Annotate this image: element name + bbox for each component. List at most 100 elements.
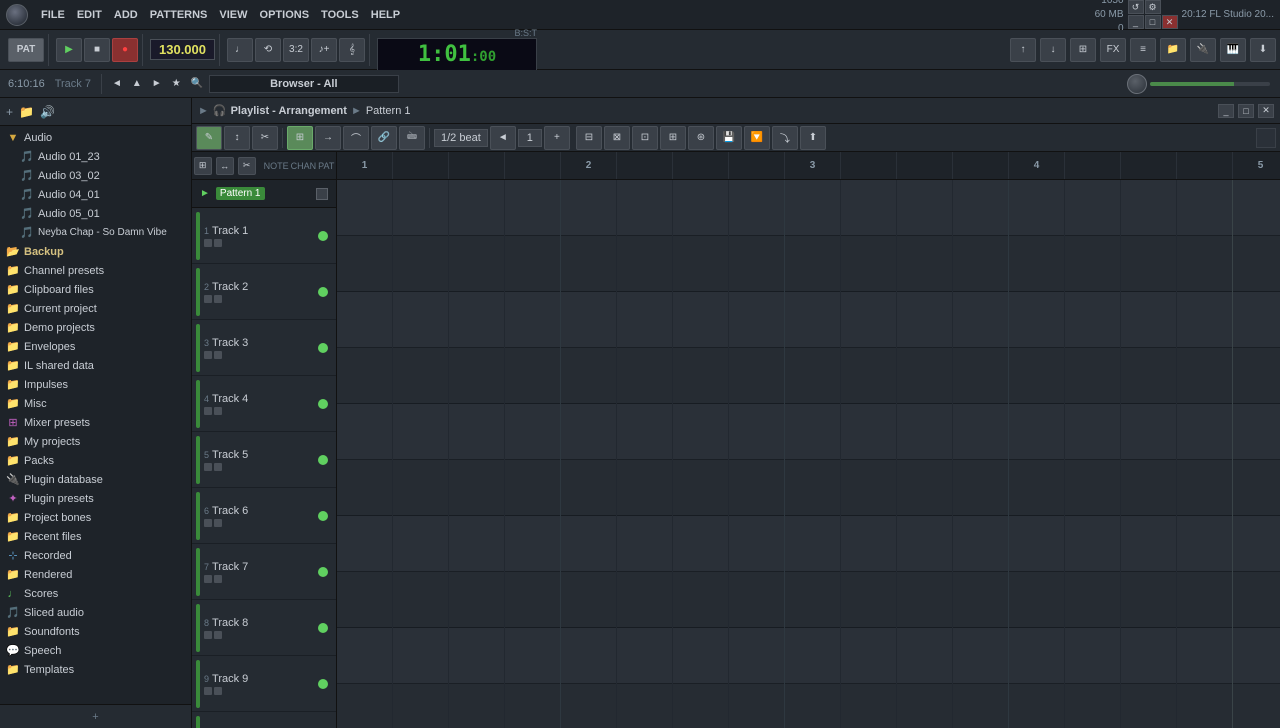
grid-cell[interactable]: [449, 180, 505, 236]
grid-cell[interactable]: [897, 572, 953, 628]
grid-cell[interactable]: [449, 292, 505, 348]
pattern-up-button[interactable]: ↑: [1010, 38, 1036, 62]
sidebar-item-misc[interactable]: 📁 Misc: [0, 394, 191, 413]
grid-cell[interactable]: [393, 628, 449, 684]
track-dot[interactable]: [318, 623, 328, 633]
grid-cell[interactable]: [841, 516, 897, 572]
track-list-btn2[interactable]: ↔: [216, 157, 234, 175]
playlist-minimize-button[interactable]: _: [1218, 104, 1234, 118]
grid-cell[interactable]: [841, 628, 897, 684]
grid-cell[interactable]: [785, 516, 841, 572]
grid-cell[interactable]: [729, 684, 785, 728]
grid-row-7[interactable]: [337, 516, 1280, 572]
grid-cell[interactable]: [1009, 628, 1065, 684]
grid-cell[interactable]: [1121, 292, 1177, 348]
grid-cell[interactable]: [449, 572, 505, 628]
plugins-button[interactable]: 🔌: [1190, 38, 1216, 62]
track-solo-button[interactable]: [214, 519, 222, 527]
grid-cell[interactable]: [953, 348, 1009, 404]
sidebar-item-templates[interactable]: 📁 Templates: [0, 660, 191, 679]
track-dot[interactable]: [318, 287, 328, 297]
grid-cell[interactable]: [673, 292, 729, 348]
sidebar-item-neyba[interactable]: 🎵 Neyba Chap - So Damn Vibe: [0, 223, 191, 242]
grid-cell[interactable]: [1233, 460, 1280, 516]
grid-cell[interactable]: [505, 628, 561, 684]
grid-cell[interactable]: [785, 236, 841, 292]
grid-cell[interactable]: [729, 292, 785, 348]
grid-row-1[interactable]: [337, 180, 1280, 236]
grid-row-6[interactable]: [337, 460, 1280, 516]
grid-cell[interactable]: [449, 628, 505, 684]
track-list-btn3[interactable]: ✂: [238, 157, 256, 175]
grid-cell[interactable]: [617, 460, 673, 516]
grid-cell[interactable]: [1177, 236, 1233, 292]
grid-cell[interactable]: [897, 348, 953, 404]
track-mute-button[interactable]: [204, 351, 212, 359]
track-mute-button[interactable]: [204, 519, 212, 527]
grid-cell[interactable]: [617, 180, 673, 236]
sidebar-item-scores[interactable]: ♩ Scores: [0, 584, 191, 603]
grid-cell[interactable]: [785, 348, 841, 404]
grid-cell[interactable]: [449, 516, 505, 572]
grid-cell[interactable]: [393, 516, 449, 572]
grid-cell[interactable]: [393, 684, 449, 728]
snap-button[interactable]: ⊞: [287, 126, 313, 150]
grid-cell[interactable]: [617, 684, 673, 728]
track-solo-button[interactable]: [214, 575, 222, 583]
curve-button[interactable]: ⌒: [343, 126, 369, 150]
pattern-grid[interactable]: 12345678910111213141516: [337, 152, 1280, 728]
grid-cell[interactable]: [1233, 348, 1280, 404]
track-row-3[interactable]: 3 Track 3: [192, 320, 336, 376]
grid-cell[interactable]: [1009, 180, 1065, 236]
volume-slider[interactable]: [1150, 82, 1270, 86]
grid-cell[interactable]: [393, 572, 449, 628]
grid-row-4[interactable]: [337, 348, 1280, 404]
pattern-export-button[interactable]: ⬆: [800, 126, 826, 150]
pattern-fx-button[interactable]: ⊞: [660, 126, 686, 150]
grid-cell[interactable]: [1177, 684, 1233, 728]
grid-cell[interactable]: [1065, 404, 1121, 460]
grid-cell[interactable]: [1009, 516, 1065, 572]
sidebar-item-clipboard-files[interactable]: 📁 Clipboard files: [0, 280, 191, 299]
minimize-button[interactable]: _: [1128, 15, 1144, 29]
grid-cell[interactable]: [1065, 348, 1121, 404]
grid-cell[interactable]: [841, 292, 897, 348]
track-solo-button[interactable]: [214, 295, 222, 303]
grid-cell[interactable]: [1065, 236, 1121, 292]
arrow-right-button[interactable]: →: [315, 126, 341, 150]
grid-row-10[interactable]: [337, 684, 1280, 728]
browser-back-button[interactable]: ◄: [108, 73, 126, 95]
grid-cell[interactable]: [1121, 404, 1177, 460]
grid-cell[interactable]: [449, 404, 505, 460]
grid-row-3[interactable]: [337, 292, 1280, 348]
grid-cell[interactable]: [393, 236, 449, 292]
grid-cell[interactable]: [561, 236, 617, 292]
browser-star-button[interactable]: ★: [168, 73, 185, 95]
sidebar-item-recorded[interactable]: ⊹ Recorded: [0, 546, 191, 565]
grid-cell[interactable]: [785, 180, 841, 236]
pattern1-row[interactable]: ► Pattern 1: [192, 180, 336, 208]
grid-cell[interactable]: [1177, 292, 1233, 348]
grid-cell[interactable]: [953, 628, 1009, 684]
menu-help[interactable]: HELP: [366, 7, 405, 23]
playlist-close-button[interactable]: ✕: [1258, 104, 1274, 118]
sidebar-folder-icon[interactable]: 📁: [19, 105, 34, 119]
grid-cell[interactable]: [673, 236, 729, 292]
playlist-maximize-button[interactable]: □: [1238, 104, 1254, 118]
browser-up-button[interactable]: ▲: [128, 73, 146, 95]
grid-cell[interactable]: [561, 684, 617, 728]
grid-cell[interactable]: [1233, 628, 1280, 684]
grid-cell[interactable]: [1233, 684, 1280, 728]
grid-cell[interactable]: [617, 404, 673, 460]
track-dot[interactable]: [318, 343, 328, 353]
track-row-8[interactable]: 8 Track 8: [192, 600, 336, 656]
grid-cell[interactable]: [1233, 180, 1280, 236]
track-mute-button[interactable]: [204, 239, 212, 247]
sidebar-item-soundfonts[interactable]: 📁 Soundfonts: [0, 622, 191, 641]
grid-cell[interactable]: [337, 236, 393, 292]
grid-cell[interactable]: [953, 180, 1009, 236]
grid-cell[interactable]: [505, 180, 561, 236]
track-row-1[interactable]: 1 Track 1: [192, 208, 336, 264]
beat-left-button[interactable]: ◄: [490, 126, 516, 150]
grid-cell[interactable]: [729, 180, 785, 236]
